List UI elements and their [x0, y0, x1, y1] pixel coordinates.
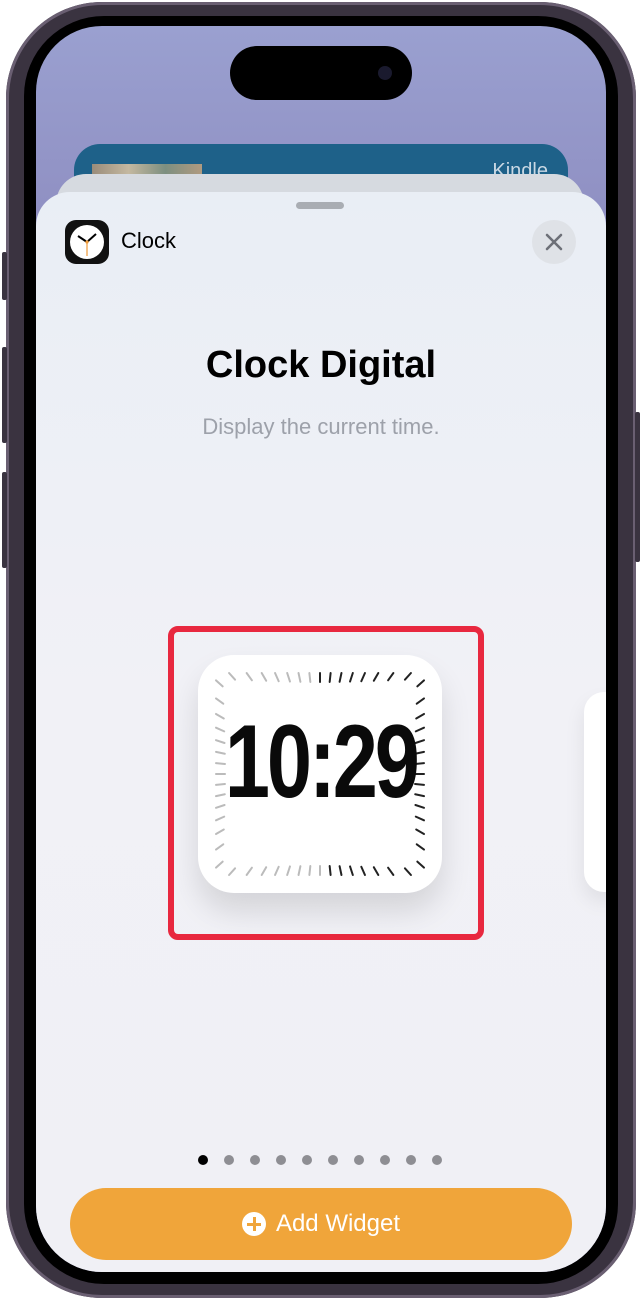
clock-icon: [65, 220, 109, 264]
tick-mark: [215, 804, 226, 809]
tick-mark: [215, 762, 226, 766]
tick-mark: [416, 679, 425, 688]
tick-mark: [414, 726, 425, 733]
page-dot[interactable]: [432, 1155, 442, 1165]
tick-mark: [328, 672, 332, 683]
widget-subtitle: Display the current time.: [202, 414, 440, 439]
tick-mark: [360, 672, 366, 683]
tick-mark: [360, 865, 366, 876]
tick-mark: [215, 828, 225, 836]
dynamic-island: [230, 46, 412, 100]
tick-mark: [403, 672, 412, 681]
widget-title: Clock Digital: [205, 344, 437, 386]
page-dot[interactable]: [250, 1155, 260, 1165]
volume-down-button: [2, 472, 7, 568]
tick-mark: [414, 815, 425, 822]
tick-mark: [308, 865, 312, 876]
close-icon: [545, 233, 563, 251]
page-dot[interactable]: [276, 1155, 286, 1165]
clock-digital-widget[interactable]: 10:29: [198, 655, 442, 893]
tick-mark: [387, 866, 395, 876]
tick-mark: [297, 865, 302, 876]
tick-mark: [286, 672, 291, 683]
tick-mark: [228, 672, 237, 681]
tick-mark: [260, 866, 268, 876]
widget-sheet: Clock Clock Digital Display the current …: [36, 192, 606, 1272]
sheet-grabber[interactable]: [296, 202, 344, 209]
plus-circle-icon: [241, 1212, 266, 1236]
volume-up-button: [2, 347, 7, 443]
tick-mark: [416, 860, 425, 869]
tick-mark: [215, 726, 226, 733]
page-dot[interactable]: [354, 1155, 364, 1165]
tick-mark: [415, 843, 425, 851]
page-indicator[interactable]: [198, 1155, 442, 1165]
page-dot[interactable]: [302, 1155, 312, 1165]
tick-mark: [215, 712, 225, 720]
tick-mark: [274, 865, 280, 876]
add-widget-label: Add Widget: [275, 1210, 401, 1237]
tick-mark: [245, 672, 253, 682]
page-dot[interactable]: [406, 1155, 416, 1165]
page-dot[interactable]: [328, 1155, 338, 1165]
tick-mark: [338, 865, 343, 876]
tick-mark: [372, 672, 380, 682]
tick-mark: [372, 866, 380, 876]
tick-mark: [403, 867, 412, 876]
tick-mark: [415, 828, 425, 836]
camera: [378, 66, 392, 80]
tick-mark: [215, 697, 225, 705]
tick-mark: [260, 672, 268, 682]
tick-mark: [338, 672, 343, 683]
app-name: Clock: [121, 228, 177, 253]
tick-mark: [215, 815, 226, 822]
page-dot[interactable]: [198, 1155, 208, 1165]
tick-mark: [387, 672, 395, 682]
tick-mark: [215, 679, 224, 688]
tick-mark: [245, 866, 253, 876]
tick-mark: [274, 672, 280, 683]
tick-mark: [215, 739, 226, 744]
tick-mark: [297, 672, 302, 683]
tick-mark: [328, 865, 332, 876]
action-button: [2, 252, 7, 300]
next-widget-preview[interactable]: [584, 692, 606, 892]
tick-mark: [308, 672, 312, 683]
close-button[interactable]: [532, 220, 576, 264]
page-dot[interactable]: [224, 1155, 234, 1165]
tick-mark: [415, 697, 425, 705]
add-widget-button[interactable]: Add Widget: [70, 1188, 572, 1260]
tick-mark: [349, 865, 354, 876]
tick-mark: [215, 843, 225, 851]
tick-mark: [228, 867, 237, 876]
tick-mark: [286, 865, 291, 876]
tick-mark: [349, 672, 354, 683]
widget-time: 10:29: [224, 704, 420, 820]
tick-mark: [215, 860, 224, 869]
tick-mark: [215, 793, 226, 798]
power-button: [635, 412, 640, 562]
tick-mark: [215, 782, 226, 786]
tick-mark: [215, 750, 226, 755]
screen: Kindle Clock Clock Digital Display the c…: [36, 26, 606, 1272]
tick-mark: [415, 712, 425, 720]
page-dot[interactable]: [380, 1155, 390, 1165]
